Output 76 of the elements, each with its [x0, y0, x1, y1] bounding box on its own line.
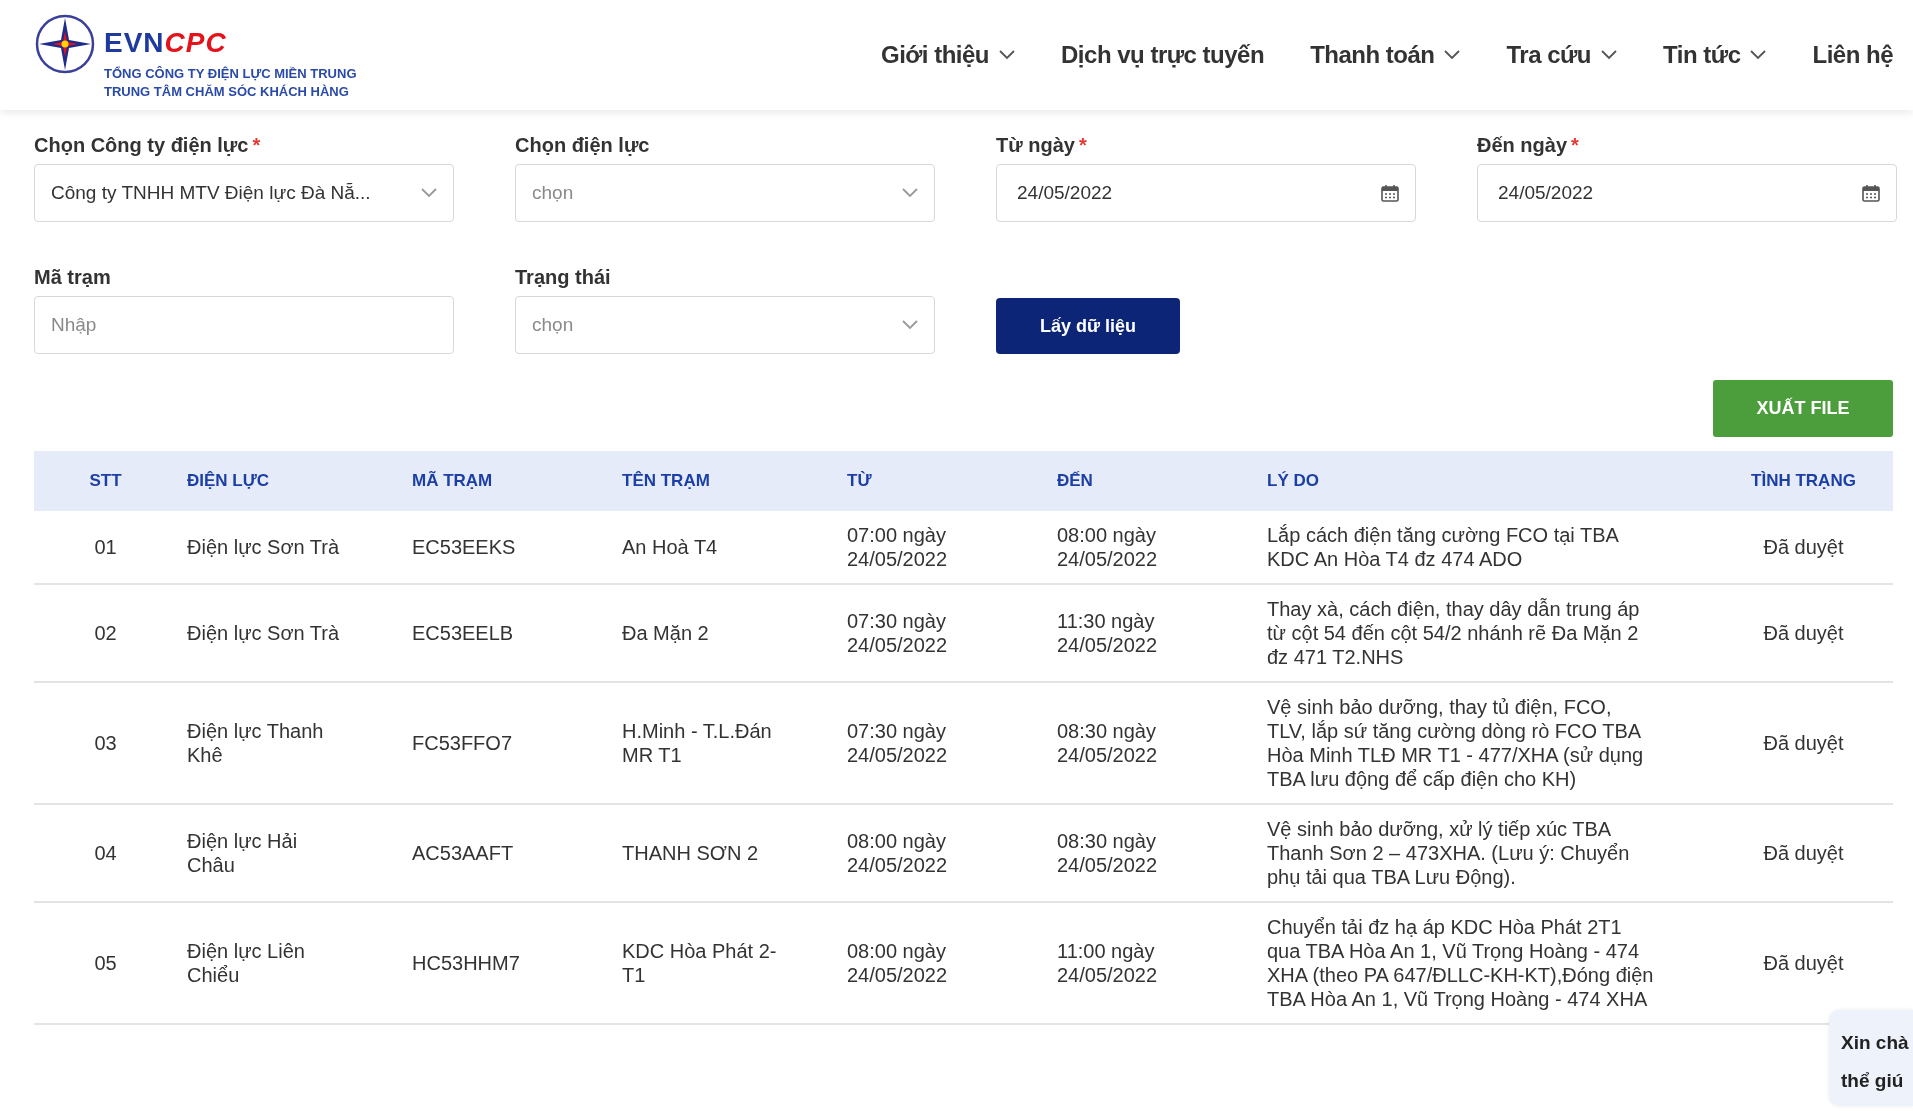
nav-item[interactable]: Tin tức	[1663, 37, 1767, 73]
table-cell: Vệ sinh bảo dưỡng, thay tủ điện, FCO, TLV, lắp sứ tăng cường dòng rò FCO TBA Hòa Minh TLĐ MR T1 - 477/XHA (sử dụng TBA lưu động để cấp điện cho KH)	[1257, 682, 1714, 804]
date-field[interactable]: 24/05/2022	[1477, 164, 1897, 222]
table-cell: Điện lực Hải Châu	[177, 804, 402, 902]
nav-item[interactable]: Tra cứu	[1506, 37, 1618, 73]
table-cell: 01	[34, 511, 177, 584]
logo-icon	[34, 13, 96, 75]
table-cell: Lắp cách điện tăng cường FCO tại TBA KDC An Hòa T4 đz 474 ADO	[1257, 511, 1714, 584]
field-label: Chọn điện lực	[515, 133, 651, 156]
table-cell: Đã duyệt	[1714, 511, 1893, 584]
chevron-down-icon	[421, 188, 437, 198]
table-cell: Đã duyệt	[1714, 804, 1893, 902]
date-field[interactable]: 24/05/2022	[996, 164, 1416, 222]
table-cell: 05	[34, 902, 177, 1024]
table-cell: EC53EEKS	[402, 511, 612, 584]
chevron-down-icon	[902, 320, 918, 330]
table-cell: Thay xà, cách điện, thay dây dẫn trung áp từ cột 54 đến cột 54/2 nhánh rẽ Đa Mặn 2 đz 471 T2.NHS	[1257, 584, 1714, 682]
nav-item[interactable]: Dịch vụ trực tuyến	[1061, 37, 1265, 73]
column-header: STT	[34, 451, 177, 511]
select-field[interactable]: chọn	[515, 296, 935, 354]
brand-wordmark: EVNCPC	[104, 29, 228, 57]
table-cell: 08:30 ngày 24/05/2022	[1047, 804, 1257, 902]
select-field[interactable]: chọn	[515, 164, 935, 222]
logo-tagline: TRUNG TÂM CHĂM SÓC KHÁCH HÀNG	[104, 83, 350, 101]
table-cell: Đã duyệt	[1714, 584, 1893, 682]
field-label: Đến ngày *	[1477, 133, 1580, 156]
field-label: Từ ngày *	[996, 133, 1088, 156]
nav-item[interactable]: Liên hệ	[1812, 37, 1893, 73]
table-cell: 02	[34, 584, 177, 682]
table-cell: 07:30 ngày 24/05/2022	[837, 584, 1047, 682]
table-cell: Điện lực Thanh Khê	[177, 682, 402, 804]
table-cell: KDC Hòa Phát 2-T1	[612, 902, 837, 1024]
chevron-down-icon	[902, 188, 918, 198]
table-cell: 03	[34, 682, 177, 804]
column-header: TÊN TRẠM	[612, 451, 837, 511]
logo-tagline: TỔNG CÔNG TY ĐIỆN LỰC MIỀN TRUNG	[104, 65, 357, 83]
select-field[interactable]: Công ty TNHH MTV Điện lực Đà Nẵ...	[34, 164, 454, 222]
nav-item[interactable]: Thanh toán	[1310, 37, 1461, 73]
table-cell: 08:30 ngày 24/05/2022	[1047, 682, 1257, 804]
column-header: TÌNH TRẠNG	[1714, 451, 1893, 511]
column-header: LÝ DO	[1257, 451, 1714, 511]
text-field[interactable]: Nhập	[34, 296, 454, 354]
table-cell: H.Minh - T.L.Đán MR T1	[612, 682, 837, 804]
table-cell: Đã duyệt	[1714, 682, 1893, 804]
table-cell: 08:00 ngày 24/05/2022	[1047, 511, 1257, 584]
table-cell: 11:00 ngày 24/05/2022	[1047, 902, 1257, 1024]
table-cell: 04	[34, 804, 177, 902]
field-label: Trạng thái	[515, 265, 612, 288]
calendar-icon	[1381, 184, 1399, 202]
table-cell: 08:00 ngày 24/05/2022	[837, 902, 1047, 1024]
nav-item[interactable]: Giới thiệu	[880, 37, 1016, 73]
table-cell: Vệ sinh bảo dưỡng, xử lý tiếp xúc TBA Thanh Sơn 2 – 473XHA. (Lưu ý: Chuyển phụ tải qua TBA Lưu Động).	[1257, 804, 1714, 902]
table-cell: 07:30 ngày 24/05/2022	[837, 682, 1047, 804]
column-header: ĐIỆN LỰC	[177, 451, 402, 511]
table-cell: Đa Mặn 2	[612, 584, 837, 682]
table-cell: Điện lực Liên Chiểu	[177, 902, 402, 1024]
fetch-data-button[interactable]: Lấy dữ liệu	[996, 298, 1180, 354]
table-cell: THANH SƠN 2	[612, 804, 837, 902]
calendar-icon	[1862, 184, 1880, 202]
table-cell: Chuyển tải đz hạ áp KDC Hòa Phát 2T1 qua TBA Hòa An 1, Vũ Trọng Hoàng - 474 XHA (theo PA 647/ĐLLC-KH-KT),Đóng điện TBA Hòa An 1, Vũ Trọng Hoàng - 474 XHA	[1257, 902, 1714, 1024]
field-label: Mã trạm	[34, 265, 112, 288]
table-cell: 08:00 ngày 24/05/2022	[837, 804, 1047, 902]
table-cell: Điện lực Sơn Trà	[177, 511, 402, 584]
column-header: ĐẾN	[1047, 451, 1257, 511]
table-cell: AC53AAFT	[402, 804, 612, 902]
table-cell: 07:00 ngày 24/05/2022	[837, 511, 1047, 584]
table-cell: Điện lực Sơn Trà	[177, 584, 402, 682]
table-cell: An Hoà T4	[612, 511, 837, 584]
table-cell: EC53EELB	[402, 584, 612, 682]
column-header: MÃ TRẠM	[402, 451, 612, 511]
table-cell: 11:30 ngày 24/05/2022	[1047, 584, 1257, 682]
column-header: TỪ	[837, 451, 1047, 511]
table-cell: HC53HHM7	[402, 902, 612, 1024]
chat-bubble[interactable]: Xin chà thể giú	[1829, 1010, 1913, 1106]
table-cell: FC53FFO7	[402, 682, 612, 804]
field-label: Chọn Công ty điện lực *	[34, 133, 262, 156]
